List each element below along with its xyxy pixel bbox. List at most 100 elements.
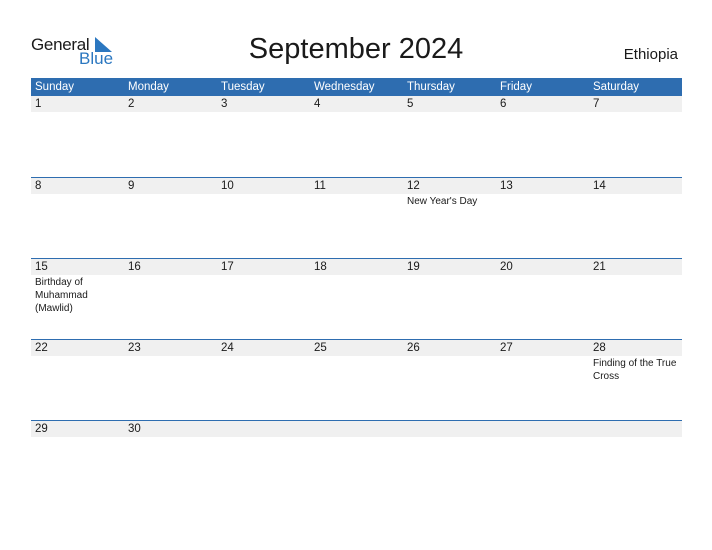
day-number: 10 [221, 180, 234, 192]
day-events [403, 356, 496, 383]
day-events [31, 194, 124, 208]
weekday-monday: Monday [128, 81, 169, 93]
day-number: 24 [221, 342, 234, 354]
week-row: 8 9 10 11 12 13 14 New Year's Day [31, 177, 682, 258]
weekday-thursday: Thursday [407, 81, 455, 93]
day-events [403, 275, 496, 315]
day-number: 30 [128, 423, 141, 435]
day-number: 16 [128, 261, 141, 273]
day-number: 4 [314, 98, 321, 110]
day-events [496, 194, 589, 208]
weekday-header: Sunday Monday Tuesday Wednesday Thursday… [31, 78, 682, 96]
day-number [403, 421, 496, 437]
day-events [31, 437, 124, 438]
day-events [217, 275, 310, 315]
event-row: New Year's Day [31, 194, 682, 208]
day-number: 13 [500, 180, 513, 192]
date-row: 1 2 3 4 5 6 7 [31, 96, 682, 112]
day-events: New Year's Day [403, 194, 496, 208]
day-number: 8 [35, 180, 42, 192]
weekday-tuesday: Tuesday [221, 81, 265, 93]
weekday-sunday: Sunday [35, 81, 75, 93]
day-number: 6 [500, 98, 507, 110]
day-number: 19 [407, 261, 420, 273]
day-events [496, 356, 589, 383]
day-number [217, 421, 310, 437]
date-row: 15 16 17 18 19 20 21 [31, 259, 682, 275]
holiday-label: New Year's Day [407, 196, 478, 207]
event-row: Birthday of Muhammad (Mawlid) [31, 275, 682, 315]
day-number: 28 [593, 342, 606, 354]
day-number: 15 [35, 261, 48, 273]
day-events [403, 437, 496, 438]
day-number: 21 [593, 261, 606, 273]
day-number: 3 [221, 98, 228, 110]
day-events [310, 275, 403, 315]
day-events: Birthday of Muhammad (Mawlid) [31, 275, 124, 315]
day-events: Finding of the True Cross [589, 356, 682, 383]
weekday-friday: Friday [500, 81, 532, 93]
event-row: Finding of the True Cross [31, 356, 682, 383]
calendar-grid: Sunday Monday Tuesday Wednesday Thursday… [31, 78, 682, 501]
week-row: 15 16 17 18 19 20 21 Birthday of Muhammad (Mawl… [31, 258, 682, 339]
holiday-label: Finding of the True Cross [593, 358, 677, 382]
day-number: 1 [35, 98, 42, 110]
day-number: 26 [407, 342, 420, 354]
day-number: 17 [221, 261, 234, 273]
day-events [124, 194, 217, 208]
day-number: 27 [500, 342, 513, 354]
day-number [589, 421, 682, 437]
day-number [496, 421, 589, 437]
day-number: 5 [407, 98, 414, 110]
day-number: 9 [128, 180, 135, 192]
day-events [124, 112, 217, 113]
date-row: 29 30 [31, 421, 682, 437]
event-row [31, 112, 682, 113]
date-row: 22 23 24 25 26 27 28 [31, 340, 682, 356]
week-row: 22 23 24 25 26 27 28 Finding of the True Cross [31, 339, 682, 420]
week-row: 1 2 3 4 5 6 7 [31, 96, 682, 177]
day-events [124, 356, 217, 383]
day-events [310, 112, 403, 113]
day-events [217, 112, 310, 113]
day-events [496, 437, 589, 438]
day-events [217, 437, 310, 438]
day-number: 22 [35, 342, 48, 354]
page-title: September 2024 [248, 33, 464, 65]
week-row: 29 30 [31, 420, 682, 501]
day-events [124, 275, 217, 315]
day-number [310, 421, 403, 437]
day-number: 12 [407, 180, 420, 192]
day-number: 25 [314, 342, 327, 354]
day-events [496, 275, 589, 315]
day-events [589, 437, 682, 438]
holiday-label: Birthday of Muhammad (Mawlid) [35, 277, 88, 314]
day-number: 29 [35, 423, 48, 435]
day-events [310, 194, 403, 208]
day-events [496, 112, 589, 113]
day-events [403, 112, 496, 113]
day-number: 14 [593, 180, 606, 192]
country-label: Ethiopia [623, 46, 678, 63]
day-events [310, 356, 403, 383]
day-events [589, 275, 682, 315]
day-events [124, 437, 217, 438]
weeks-container: 1 2 3 4 5 6 7 8 9 10 11 12 13 14 New Year's Day 15 16 17 1… [31, 96, 682, 501]
weekday-saturday: Saturday [593, 81, 640, 93]
day-events [217, 194, 310, 208]
day-events [31, 112, 124, 113]
day-events [589, 112, 682, 113]
weekday-wednesday: Wednesday [314, 81, 375, 93]
day-events [589, 194, 682, 208]
day-number: 23 [128, 342, 141, 354]
day-number: 7 [593, 98, 600, 110]
day-number: 2 [128, 98, 135, 110]
date-row: 8 9 10 11 12 13 14 [31, 178, 682, 194]
day-number: 18 [314, 261, 327, 273]
day-events [310, 437, 403, 438]
day-events [31, 356, 124, 383]
day-number: 20 [500, 261, 513, 273]
event-row [31, 437, 682, 438]
day-events [217, 356, 310, 383]
day-number: 11 [314, 180, 326, 192]
